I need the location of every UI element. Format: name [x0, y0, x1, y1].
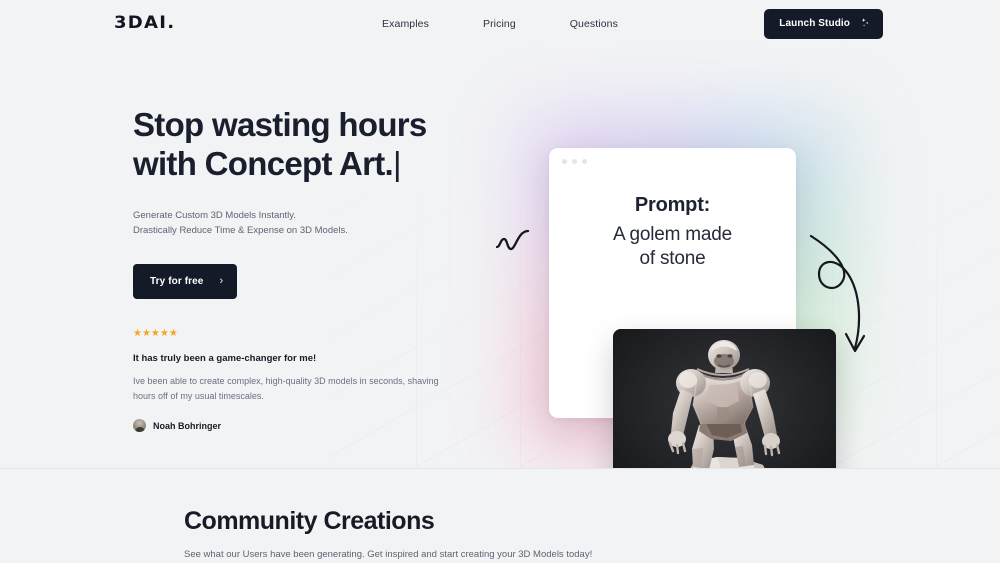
author-name: Noah Bohringer: [153, 420, 222, 431]
subtitle-line-2: Drastically Reduce Time & Expense on 3D …: [133, 225, 348, 237]
launch-studio-label: Launch Studio: [779, 18, 850, 29]
hero-content: Stop wasting hours with Concept Art.| Ge…: [133, 106, 473, 433]
page-title: Stop wasting hours with Concept Art.|: [133, 106, 473, 184]
avatar: [133, 419, 146, 433]
main-nav: Examples Pricing Questions: [382, 18, 618, 30]
golem-head: [708, 340, 740, 370]
headline-line-2: with Concept Art.: [133, 144, 394, 182]
hero-section: Stop wasting hours with Concept Art.| Ge…: [0, 47, 1000, 468]
try-for-free-button[interactable]: Try for free ›: [133, 263, 238, 299]
community-title: Community Creations: [184, 507, 435, 535]
prompt-label: Prompt:: [634, 194, 711, 216]
window-dot-green: [582, 159, 587, 164]
community-subtitle: See what our Users have been generating.…: [184, 549, 593, 560]
prompt-value-line-2: of stone: [639, 248, 706, 270]
testimonial-author: Noah Bohringer: [133, 419, 473, 433]
community-section: Community Creations See what our Users h…: [0, 469, 1000, 560]
prompt-text: Prompt: A golem made of stone: [549, 194, 796, 272]
text-caret: |: [393, 144, 402, 182]
window-dot-red: [562, 159, 567, 164]
subtitle-line-1: Generate Custom 3D Models Instantly.: [133, 209, 296, 221]
window-dot-yellow: [572, 159, 577, 164]
chevron-right-icon: ›: [219, 274, 224, 287]
sparkle-icon: [859, 17, 870, 31]
site-header: 3DAI. Examples Pricing Questions Launch …: [0, 0, 1000, 47]
landing-page: 3DAI. Examples Pricing Questions Launch …: [0, 0, 1000, 563]
rating-stars: ★★★★★: [133, 327, 178, 339]
prompt-value-line-1: A golem made: [612, 224, 733, 245]
launch-studio-button[interactable]: Launch Studio: [764, 8, 883, 39]
golem-render: [613, 329, 836, 468]
testimonial-title: It has truly been a game-changer for me!: [133, 352, 317, 364]
prompt-value: A golem made of stone: [567, 223, 778, 272]
golem-preview-card: [613, 329, 836, 468]
window-dots: [549, 148, 796, 164]
headline-line-1: Stop wasting hours: [133, 106, 427, 143]
nav-item-questions[interactable]: Questions: [570, 18, 618, 30]
try-for-free-label: Try for free: [150, 275, 204, 287]
nav-item-examples[interactable]: Examples: [382, 18, 429, 30]
testimonial-body: Ive been able to create complex, high-qu…: [133, 375, 439, 402]
nav-item-pricing[interactable]: Pricing: [483, 18, 516, 30]
logo[interactable]: 3DAI.: [114, 15, 175, 32]
zigzag-doodle-icon: [495, 227, 531, 258]
hero-subtitle: Generate Custom 3D Models Instantly. Dra…: [133, 208, 473, 239]
